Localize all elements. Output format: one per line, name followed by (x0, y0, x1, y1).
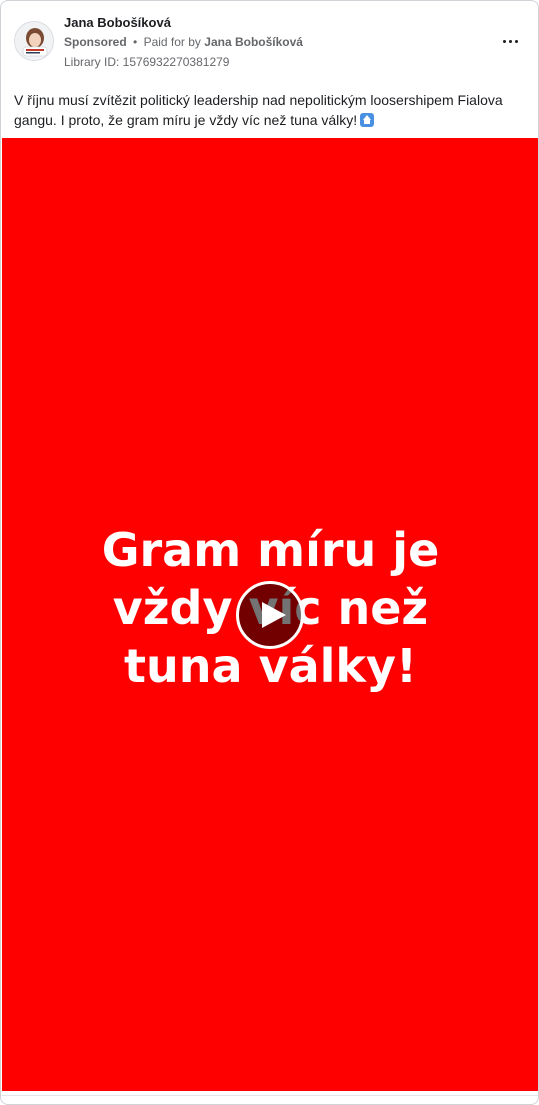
author-name[interactable]: Jana Bobošíková (64, 15, 171, 30)
separator-dot: • (133, 35, 138, 49)
post-caption: V říjnu musí zvítězit politický leadersh… (14, 90, 526, 130)
video-text-line-1: Gram míru je (101, 523, 440, 577)
sponsored-label: Sponsored (64, 35, 127, 49)
play-button[interactable] (236, 581, 304, 649)
post-header: Jana Bobošíková Sponsored • Paid for by … (1, 1, 538, 81)
video-player[interactable]: Gram míru je vždy víc než tuna války! (2, 138, 538, 1091)
caption-text: V říjnu musí zvítězit politický leadersh… (14, 92, 503, 128)
avatar[interactable] (14, 21, 54, 61)
more-options-icon[interactable] (498, 31, 522, 51)
avatar-image (15, 22, 53, 60)
play-icon (261, 602, 286, 628)
up-arrow-emoji-icon (360, 113, 375, 127)
paid-for-name[interactable]: Jana Bobošíková (204, 35, 303, 49)
paid-for-label: Paid for by (143, 35, 201, 49)
library-id: Library ID: 1576932270381279 (64, 55, 230, 69)
sponsorship-line: Sponsored • Paid for by Jana Bobošíková (64, 35, 303, 49)
ad-post-card: Jana Bobošíková Sponsored • Paid for by … (0, 0, 539, 1105)
bottom-divider (1, 1095, 538, 1096)
